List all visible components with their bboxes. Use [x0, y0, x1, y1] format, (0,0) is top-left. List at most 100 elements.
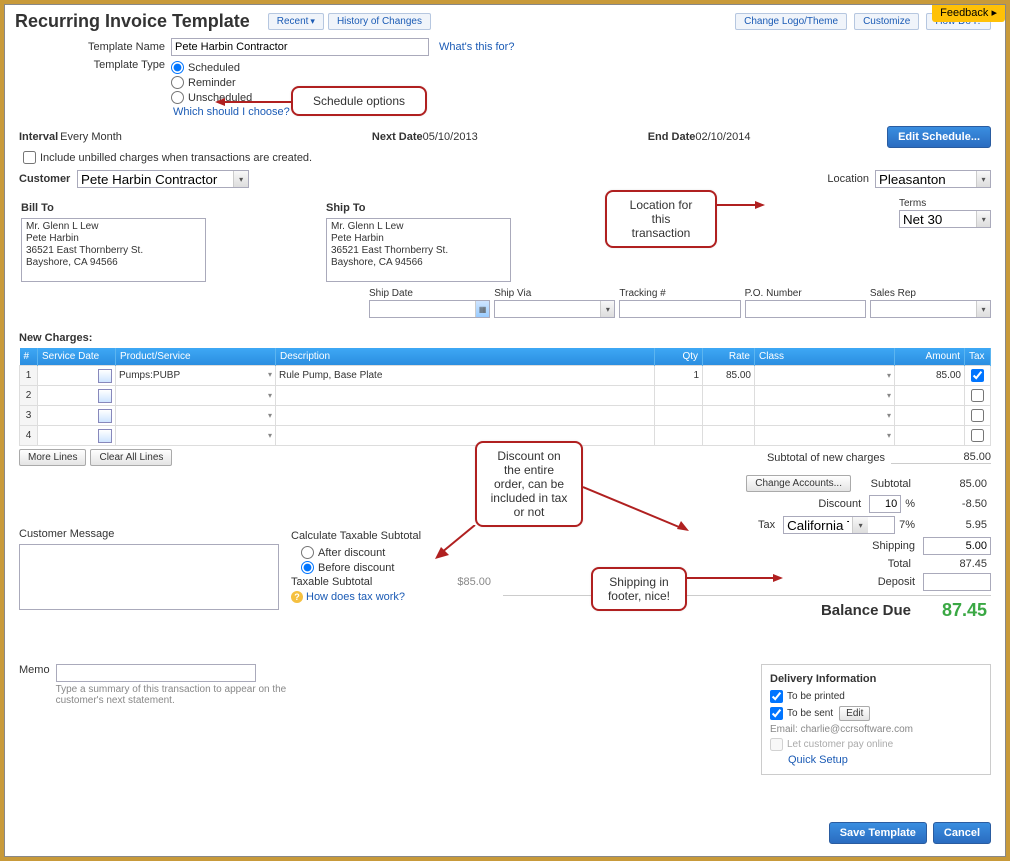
calendar-icon[interactable] — [98, 369, 112, 383]
chevron-down-icon[interactable]: ▾ — [976, 211, 990, 227]
chevron-down-icon[interactable]: ▾ — [887, 391, 891, 400]
chevron-down-icon[interactable]: ▾ — [233, 171, 248, 187]
shipto-label: Ship To — [326, 202, 511, 214]
feedback-tab[interactable]: Feedback ▸ — [932, 4, 1005, 22]
location-combo[interactable]: ▾ — [875, 170, 991, 188]
quick-setup-link[interactable]: Quick Setup — [788, 754, 848, 766]
history-button[interactable]: History of Changes — [328, 13, 431, 30]
tax-checkbox[interactable] — [971, 369, 984, 382]
ship-via-label: Ship Via — [494, 288, 615, 299]
terms-label: Terms — [899, 198, 991, 209]
customize-button[interactable]: Customize — [854, 13, 919, 30]
template-name-input[interactable] — [171, 38, 429, 56]
pay-online-checkbox — [770, 738, 783, 751]
delivery-panel: Delivery Information To be printed To be… — [761, 664, 991, 775]
billto-label: Bill To — [21, 202, 206, 214]
terms-combo[interactable]: ▾ — [899, 210, 991, 228]
deposit-input[interactable] — [923, 573, 991, 591]
calendar-icon[interactable]: ▦ — [475, 301, 489, 317]
calendar-icon[interactable] — [98, 409, 112, 423]
new-charges-title: New Charges: — [19, 332, 991, 344]
ship-date-label: Ship Date — [369, 288, 490, 299]
balance-value: 87.45 — [919, 600, 991, 621]
charges-table: # Service Date Product/Service Descripti… — [19, 348, 991, 446]
clear-lines-button[interactable]: Clear All Lines — [90, 449, 172, 466]
chevron-down-icon[interactable]: ▾ — [852, 517, 868, 533]
delivery-title: Delivery Information — [770, 673, 982, 685]
chevron-down-icon[interactable]: ▾ — [976, 301, 990, 317]
discount-pct-input[interactable] — [869, 495, 901, 513]
taxable-subtotal-label: Taxable Subtotal — [291, 576, 372, 588]
subtotal-charges-label: Subtotal of new charges — [767, 452, 885, 464]
balance-label: Balance Due — [785, 602, 915, 619]
tracking-input[interactable] — [619, 300, 740, 318]
type-reminder-label: Reminder — [188, 77, 236, 89]
chevron-down-icon[interactable]: ▾ — [268, 391, 272, 400]
tax-checkbox[interactable] — [971, 409, 984, 422]
page-title: Recurring Invoice Template — [15, 11, 250, 32]
customer-msg-input[interactable] — [19, 544, 279, 610]
callout-location: Location for this transaction — [605, 190, 717, 248]
ship-via-input[interactable]: ▾ — [494, 300, 615, 318]
discount-label: Discount — [735, 498, 865, 510]
total-label: Total — [785, 558, 915, 570]
to-be-printed-checkbox[interactable] — [770, 690, 783, 703]
sales-rep-label: Sales Rep — [870, 288, 991, 299]
chevron-down-icon[interactable]: ▾ — [268, 370, 272, 379]
calendar-icon[interactable] — [98, 389, 112, 403]
edit-schedule-button[interactable]: Edit Schedule... — [887, 126, 991, 148]
template-type-label: Template Type — [79, 59, 171, 71]
how-tax-link[interactable]: How does tax work? — [306, 591, 405, 603]
after-discount-radio[interactable] — [301, 546, 314, 559]
edit-delivery-button[interactable]: Edit — [839, 706, 870, 721]
change-logo-button[interactable]: Change Logo/Theme — [735, 13, 847, 30]
interval-label: Interval — [19, 131, 58, 143]
before-discount-radio[interactable] — [301, 561, 314, 574]
shipto-text[interactable]: Mr. Glenn L Lew Pete Harbin 36521 East T… — [326, 218, 511, 282]
to-be-sent-label: To be sent — [787, 708, 833, 719]
shipping-label: Shipping — [789, 540, 919, 552]
calendar-icon[interactable] — [98, 429, 112, 443]
whats-this-link[interactable]: What's this for? — [439, 41, 514, 53]
to-be-sent-checkbox[interactable] — [770, 707, 783, 720]
location-label: Location — [827, 173, 875, 185]
ship-date-input[interactable]: ▦ — [369, 300, 490, 318]
type-reminder-radio[interactable] — [171, 76, 184, 89]
shipping-input[interactable] — [923, 537, 991, 555]
table-row[interactable]: 3▾▾ — [20, 406, 991, 426]
chevron-down-icon[interactable]: ▾ — [268, 431, 272, 440]
total-value: 87.45 — [919, 558, 991, 570]
more-lines-button[interactable]: More Lines — [19, 449, 86, 466]
recent-button[interactable]: Recent▾ — [268, 13, 324, 30]
tracking-label: Tracking # — [619, 288, 740, 299]
tax-combo[interactable]: ▾ — [783, 516, 895, 534]
billto-text[interactable]: Mr. Glenn L Lew Pete Harbin 36521 East T… — [21, 218, 206, 282]
customer-combo[interactable]: ▾ — [77, 170, 249, 188]
type-unscheduled-radio[interactable] — [171, 91, 184, 104]
tax-checkbox[interactable] — [971, 429, 984, 442]
chevron-down-icon[interactable]: ▾ — [976, 171, 990, 187]
chevron-down-icon[interactable]: ▾ — [887, 411, 891, 420]
table-row[interactable]: 1 Pumps:PUBP▾ Rule Pump, Base Plate 1 85… — [20, 366, 991, 386]
chevron-down-icon[interactable]: ▾ — [887, 371, 891, 380]
change-accounts-button[interactable]: Change Accounts... — [746, 475, 851, 492]
callout-shipping: Shipping in footer, nice! — [591, 567, 687, 611]
include-unbilled-label: Include unbilled charges when transactio… — [40, 152, 312, 164]
next-date-label: Next Date — [372, 131, 423, 143]
type-scheduled-radio[interactable] — [171, 61, 184, 74]
memo-input[interactable] — [56, 664, 256, 682]
save-template-button[interactable]: Save Template — [829, 822, 927, 844]
chevron-down-icon[interactable]: ▾ — [268, 411, 272, 420]
chevron-down-icon[interactable]: ▾ — [887, 431, 891, 440]
memo-label: Memo — [19, 664, 50, 676]
tax-checkbox[interactable] — [971, 389, 984, 402]
table-row[interactable]: 2▾▾ — [20, 386, 991, 406]
sales-rep-input[interactable]: ▾ — [870, 300, 991, 318]
cancel-button[interactable]: Cancel — [933, 822, 991, 844]
subtotal-value: 85.00 — [919, 478, 991, 490]
chevron-down-icon[interactable]: ▾ — [600, 301, 614, 317]
po-label: P.O. Number — [745, 288, 866, 299]
include-unbilled-checkbox[interactable] — [23, 151, 36, 164]
po-input[interactable] — [745, 300, 866, 318]
after-discount-label: After discount — [318, 547, 385, 559]
